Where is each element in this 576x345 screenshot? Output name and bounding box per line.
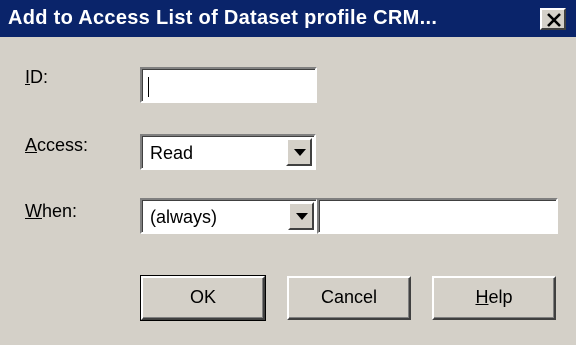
cancel-button[interactable]: Cancel <box>287 276 411 320</box>
when-value-field[interactable] <box>317 198 558 234</box>
chevron-down-icon <box>294 149 306 156</box>
access-dropdown-button[interactable] <box>286 138 312 166</box>
id-label: ID: <box>25 67 49 87</box>
close-button[interactable] <box>540 8 566 30</box>
help-button-label: Help <box>475 287 513 307</box>
when-selected-value: (always) <box>150 207 218 227</box>
chevron-down-icon <box>296 213 308 220</box>
text-caret <box>148 77 149 97</box>
help-button[interactable]: Help <box>432 276 556 320</box>
window-title: Add to Access List of Dataset profile CR… <box>8 7 438 29</box>
when-label: When: <box>25 201 78 221</box>
ok-button[interactable]: OK <box>140 275 266 321</box>
title-bar[interactable]: Add to Access List of Dataset profile CR… <box>0 0 576 37</box>
access-selected-value: Read <box>150 143 194 163</box>
close-icon <box>547 13 561 27</box>
ok-button-label: OK <box>189 287 216 307</box>
dialog-window: Add to Access List of Dataset profile CR… <box>0 0 576 345</box>
when-select[interactable]: (always) <box>140 198 318 234</box>
cancel-button-label: Cancel <box>320 287 378 307</box>
access-label: Access: <box>25 135 89 155</box>
id-field[interactable] <box>140 67 317 103</box>
access-select[interactable]: Read <box>140 134 316 170</box>
when-dropdown-button[interactable] <box>288 202 314 230</box>
